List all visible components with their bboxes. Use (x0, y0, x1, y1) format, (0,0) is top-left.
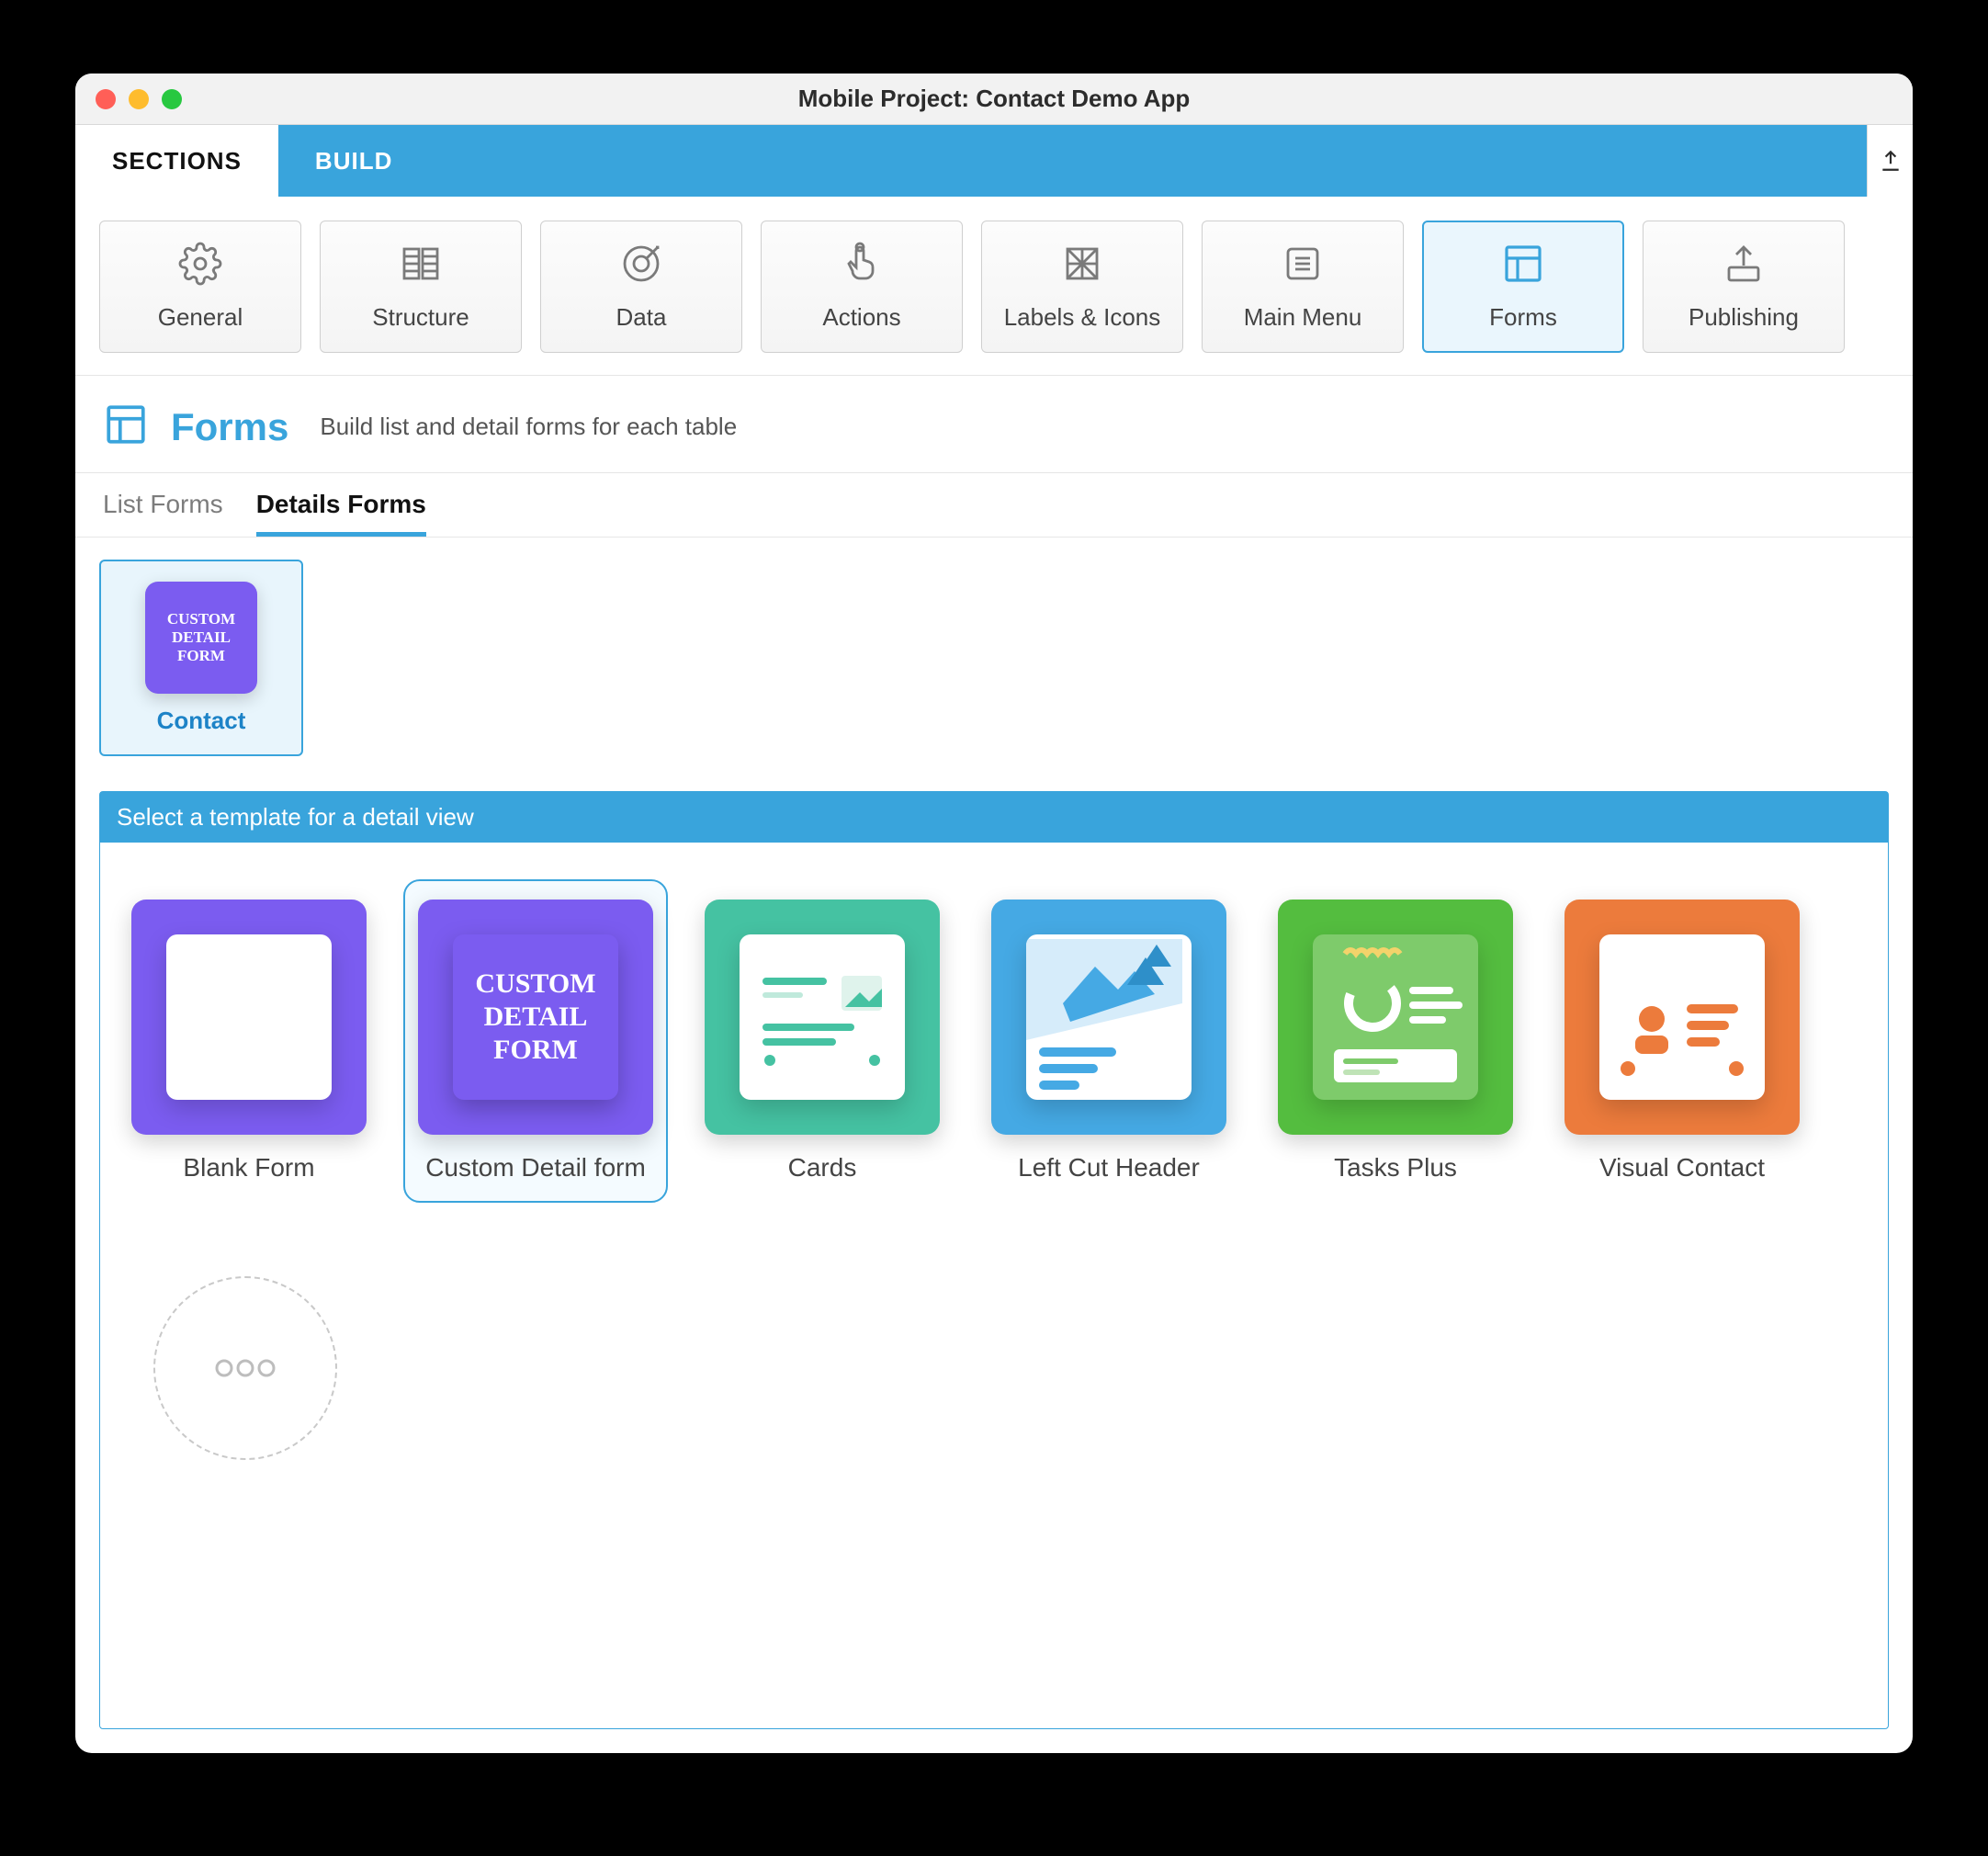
mainmenu-icon (1281, 242, 1325, 290)
section-labels-icons[interactable]: Labels & Icons (981, 221, 1183, 353)
labels-icon (1060, 242, 1104, 290)
subtab-details-forms[interactable]: Details Forms (256, 490, 426, 537)
template-left-cut-header[interactable]: Left Cut Header (977, 879, 1241, 1203)
section-label: Forms (1489, 303, 1557, 332)
data-icon (619, 242, 663, 290)
template-cards[interactable]: Cards (690, 879, 954, 1203)
section-actions[interactable]: Actions (761, 221, 963, 353)
template-label: Visual Contact (1599, 1153, 1765, 1183)
chip-label: Contact (157, 707, 246, 735)
zoom-icon[interactable] (162, 89, 182, 109)
section-label: General (158, 303, 243, 332)
template-label: Cards (788, 1153, 857, 1183)
section-forms[interactable]: Forms (1422, 221, 1624, 353)
window-title: Mobile Project: Contact Demo App (75, 85, 1913, 113)
template-blank-form[interactable]: Blank Form (117, 879, 381, 1203)
section-toolbar: General Structure Data Actions Labels & … (75, 197, 1913, 376)
template-tile (131, 900, 367, 1135)
section-label: Actions (822, 303, 900, 332)
table-chips: CUSTOM DETAIL FORM Contact (75, 538, 1913, 778)
section-main-menu[interactable]: Main Menu (1202, 221, 1404, 353)
template-label: Blank Form (183, 1153, 314, 1183)
template-tile (1278, 900, 1513, 1135)
section-data[interactable]: Data (540, 221, 742, 353)
panel-title: Forms (171, 405, 288, 449)
template-tile (705, 900, 940, 1135)
section-label: Publishing (1689, 303, 1799, 332)
close-icon[interactable] (96, 89, 116, 109)
section-label: Structure (372, 303, 469, 332)
subtab-list-forms[interactable]: List Forms (103, 490, 223, 537)
ellipsis-icon (213, 1357, 277, 1379)
template-label: Custom Detail form (425, 1153, 646, 1183)
panel-description: Build list and detail forms for each tab… (320, 413, 737, 441)
app-window: Mobile Project: Contact Demo App SECTION… (75, 74, 1913, 1753)
section-label: Data (616, 303, 667, 332)
template-tile (1564, 900, 1800, 1135)
upload-icon[interactable] (1867, 125, 1913, 197)
forms-subtabs: List Forms Details Forms (75, 473, 1913, 538)
template-custom-detail-form[interactable]: CUSTOM DETAIL FORM Custom Detail form (403, 879, 668, 1203)
section-publishing[interactable]: Publishing (1643, 221, 1845, 353)
publishing-icon (1722, 242, 1766, 290)
template-picker: Select a template for a detail view Blan… (99, 791, 1889, 1729)
top-tabbar: SECTIONS BUILD (75, 125, 1913, 197)
minimize-icon[interactable] (129, 89, 149, 109)
tab-sections[interactable]: SECTIONS (75, 125, 278, 197)
section-general[interactable]: General (99, 221, 301, 353)
actions-icon (840, 242, 884, 290)
more-templates-button[interactable] (153, 1276, 337, 1460)
template-visual-contact[interactable]: Visual Contact (1550, 879, 1814, 1203)
traffic-lights (96, 89, 182, 109)
template-tile (991, 900, 1226, 1135)
section-label: Labels & Icons (1004, 303, 1161, 332)
forms-icon (103, 402, 149, 452)
panel-header: Forms Build list and detail forms for ea… (75, 376, 1913, 473)
section-label: Main Menu (1244, 303, 1362, 332)
section-structure[interactable]: Structure (320, 221, 522, 353)
template-tasks-plus[interactable]: Tasks Plus (1263, 879, 1528, 1203)
tab-build[interactable]: BUILD (278, 125, 429, 197)
template-tile: CUSTOM DETAIL FORM (418, 900, 653, 1135)
template-picker-header: Select a template for a detail view (100, 792, 1888, 843)
structure-icon (399, 242, 443, 290)
gear-icon (178, 242, 222, 290)
chip-contact[interactable]: CUSTOM DETAIL FORM Contact (99, 560, 303, 756)
template-label: Tasks Plus (1334, 1153, 1457, 1183)
forms-icon (1501, 242, 1545, 290)
titlebar: Mobile Project: Contact Demo App (75, 74, 1913, 125)
chip-thumb: CUSTOM DETAIL FORM (145, 582, 257, 694)
template-grid: Blank Form CUSTOM DETAIL FORM Custom Det… (100, 843, 1888, 1515)
template-label: Left Cut Header (1018, 1153, 1200, 1183)
